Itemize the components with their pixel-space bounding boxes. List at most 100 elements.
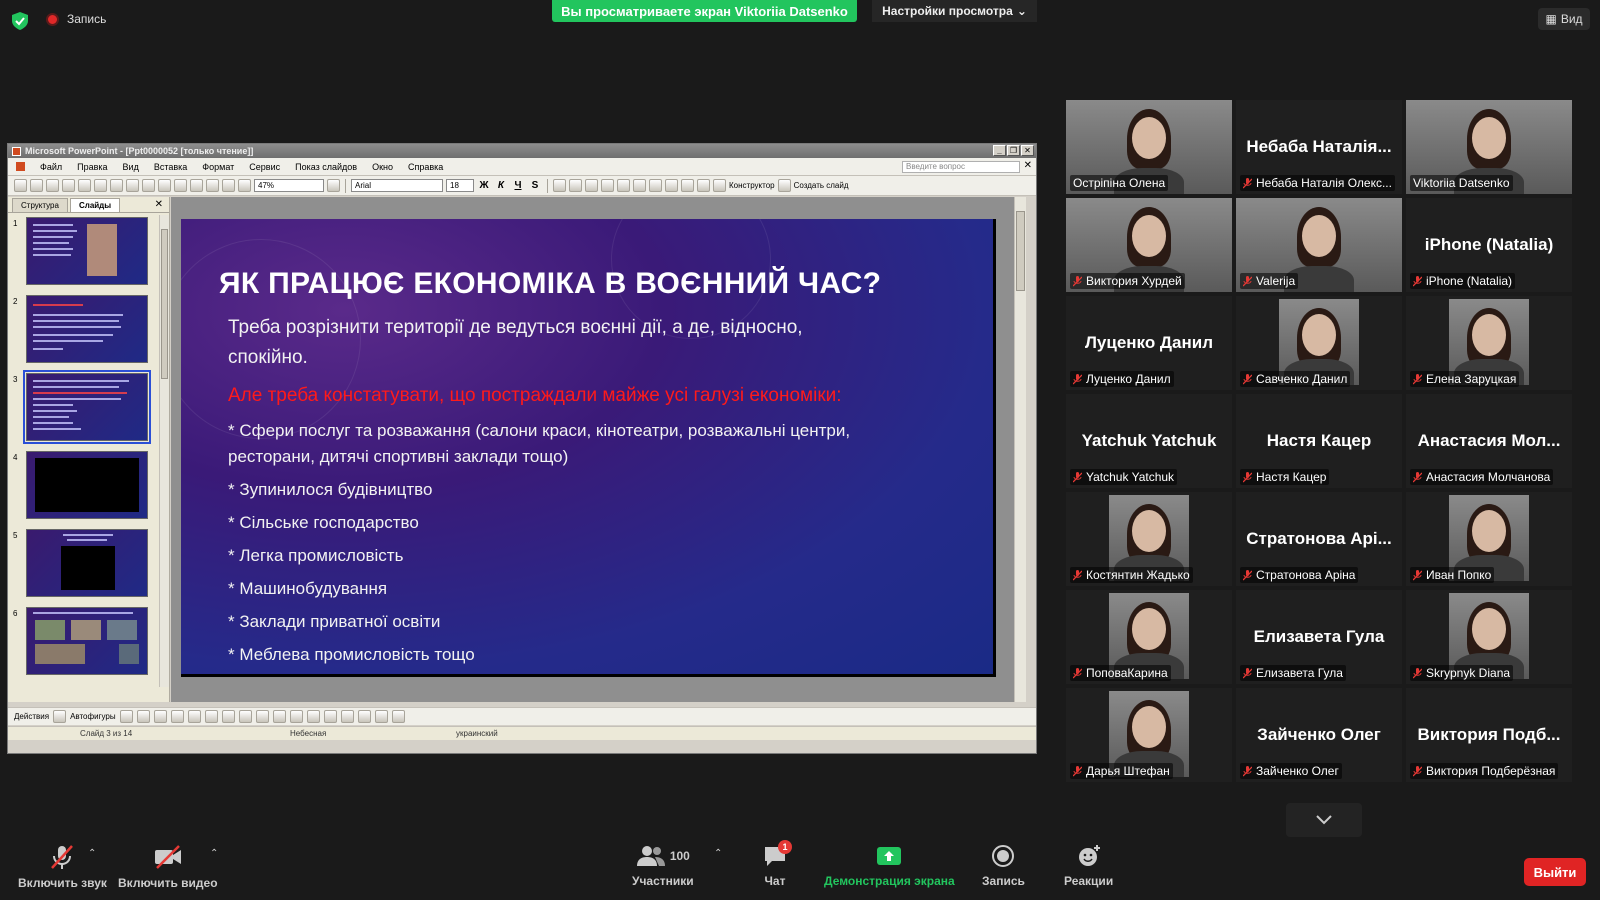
menu-edit[interactable]: Правка [77, 162, 107, 172]
minimize-icon[interactable]: _ [993, 145, 1006, 156]
select-pointer-icon[interactable] [53, 710, 67, 723]
numbering-icon[interactable] [601, 179, 614, 192]
view-options-button[interactable]: Настройки просмотра ⌄ [872, 0, 1037, 22]
participant-tile[interactable]: Skrypnyk Diana [1406, 590, 1572, 684]
recording-indicator[interactable]: Запись [46, 12, 106, 26]
table-icon[interactable] [222, 179, 235, 192]
thumbnail-scrollbar[interactable] [159, 215, 169, 687]
gallery-next-page-button[interactable] [1286, 803, 1362, 837]
slide-thumbnail-selected[interactable] [23, 370, 151, 444]
participant-tile[interactable]: Стратонова Арі... Стратонова Аріна [1236, 492, 1402, 586]
participant-tile[interactable]: Иван Попко [1406, 492, 1572, 586]
picture-icon[interactable] [255, 710, 269, 723]
security-shield-icon[interactable] [12, 12, 28, 30]
undo-icon[interactable] [190, 179, 203, 192]
align-right-icon[interactable] [585, 179, 598, 192]
align-left-icon[interactable] [553, 179, 566, 192]
help-search-input[interactable]: Введите вопрос [902, 161, 1020, 173]
menu-file[interactable]: Файл [40, 162, 62, 172]
share-screen-button[interactable]: Демонстрация экрана [824, 844, 955, 888]
slide-thumbnail[interactable] [26, 295, 148, 363]
menu-slideshow[interactable]: Показ слайдов [295, 162, 357, 172]
line-color-icon[interactable] [289, 710, 303, 723]
video-options-caret-icon[interactable]: ⌃ [210, 848, 218, 859]
designer-button[interactable]: Конструктор [729, 181, 775, 190]
slide-thumbnail[interactable] [26, 607, 148, 675]
restore-icon[interactable]: ❐ [1007, 145, 1020, 156]
fill-color-icon[interactable] [272, 710, 286, 723]
oval-icon[interactable] [170, 710, 184, 723]
participant-tile[interactable]: Настя Кацер Настя Кацер [1236, 394, 1402, 488]
permission-icon[interactable] [62, 179, 75, 192]
close-pane-icon[interactable]: ✕ [155, 199, 163, 210]
thumbnail-row[interactable]: 1 [8, 217, 160, 291]
designer-icon[interactable] [713, 179, 726, 192]
thumbnail-row[interactable]: 6 [8, 607, 160, 681]
new-slide-button[interactable]: Создать слайд [794, 181, 849, 190]
close-document-icon[interactable]: ✕ [1024, 160, 1032, 171]
slide-thumbnail[interactable] [26, 451, 148, 519]
increase-font-icon[interactable] [633, 179, 646, 192]
underline-button[interactable]: Ч [511, 180, 525, 191]
view-layout-button[interactable]: ▦ Вид [1538, 8, 1590, 30]
increase-indent-icon[interactable] [681, 179, 694, 192]
preview-icon[interactable] [94, 179, 107, 192]
participant-tile[interactable]: Савченко Данил [1236, 296, 1402, 390]
participant-tile[interactable]: Елизавета Гула Елизавета Гула [1236, 590, 1402, 684]
arrow-style-icon[interactable] [357, 710, 371, 723]
participant-tile[interactable]: Небаба Наталія... Небаба Наталія Олекс... [1236, 100, 1402, 194]
bold-button[interactable]: Ж [477, 180, 491, 191]
chat-button[interactable]: 1 Чат [762, 840, 792, 888]
autoshapes-menu[interactable]: Автофигуры [70, 712, 116, 721]
thumbnail-row[interactable]: 3 [8, 370, 160, 447]
font-size-select[interactable]: 18 [446, 179, 474, 192]
wordart-icon[interactable] [204, 710, 218, 723]
participant-tile[interactable]: Костянтин Жадько [1066, 492, 1232, 586]
decrease-font-icon[interactable] [649, 179, 662, 192]
help-icon[interactable] [327, 179, 340, 192]
bullets-icon[interactable] [617, 179, 630, 192]
menu-insert[interactable]: Вставка [154, 162, 187, 172]
leave-meeting-button[interactable]: Выйти [1524, 858, 1586, 886]
audio-options-caret-icon[interactable]: ⌃ [88, 848, 96, 859]
font-color-icon[interactable] [697, 179, 710, 192]
participant-tile[interactable]: Дарья Штефан [1066, 688, 1232, 782]
3d-style-icon[interactable] [391, 710, 405, 723]
participants-button[interactable]: 100 Участники [632, 844, 694, 888]
start-video-button[interactable]: Включить видео [118, 844, 218, 890]
align-center-icon[interactable] [569, 179, 582, 192]
tab-outline[interactable]: Структура [12, 198, 68, 212]
spelling-icon[interactable] [110, 179, 123, 192]
open-icon[interactable] [30, 179, 43, 192]
participant-tile[interactable]: Viktoriia Datsenko [1406, 100, 1572, 194]
participant-tile[interactable]: Анастасия Мол... Анастасия Молчанова [1406, 394, 1572, 488]
chart-icon[interactable] [206, 179, 219, 192]
participant-tile[interactable]: Виктория Подб... Виктория Подберёзная [1406, 688, 1572, 782]
thumbnail-row[interactable]: 2 [8, 295, 160, 369]
menu-window[interactable]: Окно [372, 162, 393, 172]
participant-tile[interactable]: iPhone (Natalia) iPhone (Natalia) [1406, 198, 1572, 292]
zoom-select[interactable]: 47% [254, 179, 324, 192]
arrow-icon[interactable] [136, 710, 150, 723]
menu-tools[interactable]: Сервис [249, 162, 280, 172]
cut-icon[interactable] [142, 179, 155, 192]
font-name-select[interactable]: Arial [351, 179, 443, 192]
thumbnail-row[interactable]: 5 [8, 529, 160, 603]
participant-tile[interactable]: Valerija [1236, 198, 1402, 292]
menu-view[interactable]: Вид [123, 162, 139, 172]
actions-menu[interactable]: Действия [14, 712, 49, 721]
decrease-indent-icon[interactable] [665, 179, 678, 192]
rectangle-icon[interactable] [153, 710, 167, 723]
current-slide[interactable]: ЯК ПРАЦЮЄ ЕКОНОМІКА В ВОЄННИЙ ЧАС? Треба… [181, 219, 996, 677]
close-icon[interactable]: ✕ [1021, 145, 1034, 156]
new-icon[interactable] [14, 179, 27, 192]
participant-tile[interactable]: Остріпіна Олена [1066, 100, 1232, 194]
textbox-icon[interactable] [187, 710, 201, 723]
participant-tile[interactable]: ПоповаКарина [1066, 590, 1232, 684]
save-icon[interactable] [46, 179, 59, 192]
italic-button[interactable]: К [494, 180, 508, 191]
print-icon[interactable] [78, 179, 91, 192]
clipart-icon[interactable] [238, 710, 252, 723]
slide-scrollbar[interactable] [1014, 197, 1026, 702]
slide-thumbnail[interactable] [26, 217, 148, 285]
